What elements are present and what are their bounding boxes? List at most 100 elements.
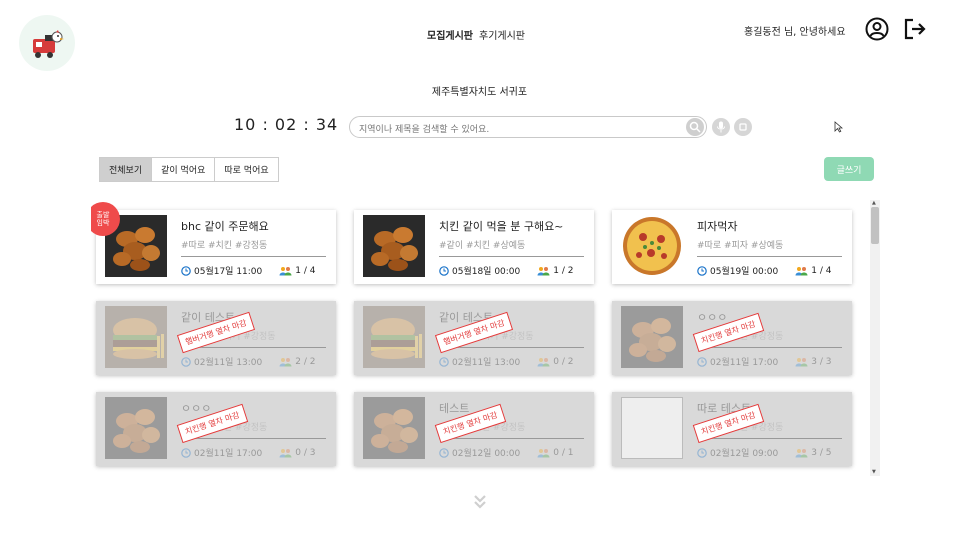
- post-card[interactable]: 출발 임박 bhc 같이 주문해요 #따로 #치킨 #강정동 05월17일 11:00 1…: [91, 202, 336, 284]
- voice-search-button[interactable]: [712, 118, 730, 136]
- post-tags: #같이 #치킨 #상예동: [439, 241, 526, 251]
- post-meta: 02월11일 13:00 2 / 2: [181, 355, 315, 368]
- post-thumbnail: [105, 397, 167, 459]
- chicken-image: [363, 397, 425, 459]
- post-time: 02월12일 09:00: [710, 449, 779, 459]
- broken-image-icon: [621, 397, 683, 459]
- card-divider: [439, 347, 584, 348]
- participants: 1 / 4: [795, 266, 831, 276]
- people-icon: [795, 448, 808, 457]
- app-logo[interactable]: [19, 15, 75, 71]
- tab-eat-together[interactable]: 같이 먹어요: [152, 157, 216, 182]
- post-title: 피자먹자: [697, 220, 738, 233]
- post-title: 테스트: [439, 402, 470, 415]
- post-card[interactable]: 따로 테스트#따로 #치킨 #강정동02월12일 09:003 / 5치킨행 열…: [612, 392, 852, 466]
- post-card[interactable]: 테스트#같이 #치킨 #강정동02월12일 00:000 / 1치킨행 열차 마…: [354, 392, 594, 466]
- participants: 3 / 3: [795, 357, 831, 367]
- card-divider: [181, 256, 326, 257]
- card-divider: [439, 256, 584, 257]
- tab-all[interactable]: 전체보기: [99, 157, 153, 182]
- scroll-thumb[interactable]: [871, 207, 879, 244]
- scroll-down-icon[interactable]: ▼: [872, 470, 876, 475]
- post-time: 02월11일 13:00: [452, 358, 521, 368]
- load-more-button[interactable]: [472, 493, 488, 513]
- participants: 0 / 2: [537, 357, 573, 367]
- post-meta: 05월17일 11:00 1 / 4: [181, 264, 315, 277]
- clock-icon: [181, 447, 191, 458]
- post-meta: 02월12일 09:00 3 / 5: [697, 446, 831, 459]
- post-meta: 05월18일 00:00 1 / 2: [439, 264, 573, 277]
- card-divider: [181, 438, 326, 439]
- post-card[interactable]: ㅇㅇㅇ#따로 #치킨 #강정동02월11일 17:000 / 3치킨행 열차 마…: [96, 392, 336, 466]
- participants: 0 / 3: [279, 448, 315, 458]
- user-profile-icon: [865, 17, 889, 41]
- post-thumbnail: [363, 306, 425, 368]
- burger-image: [363, 306, 425, 368]
- list-scrollbar[interactable]: ▲ ▼: [870, 200, 880, 476]
- search-input[interactable]: [350, 120, 670, 140]
- search-button[interactable]: [686, 118, 704, 136]
- top-nav: 모집게시판 후기게시판: [427, 27, 525, 42]
- clock-icon: [439, 356, 449, 367]
- post-thumbnail: [363, 397, 425, 459]
- participant-count: 0 / 2: [553, 356, 574, 367]
- post-meta: 02월12일 00:00 0 / 1: [439, 446, 573, 459]
- profile-button[interactable]: [864, 16, 890, 42]
- people-icon: [795, 357, 808, 366]
- microphone-icon: [717, 121, 725, 133]
- double-chevron-down-icon: [474, 495, 486, 509]
- post-time: 02월12일 00:00: [452, 449, 521, 459]
- post-meta: 05월19일 00:00 1 / 4: [697, 264, 831, 277]
- card-divider: [697, 256, 842, 257]
- stop-icon: [739, 123, 747, 131]
- post-card[interactable]: 같이 테스트#같이 #햄버거 #강정동02월11일 13:000 / 2햄버거행…: [354, 301, 594, 375]
- participant-count: 3 / 5: [811, 447, 832, 458]
- post-time: 02월11일 17:00: [194, 449, 263, 459]
- logout-button[interactable]: [902, 16, 928, 42]
- participant-count: 3 / 3: [811, 356, 832, 367]
- people-icon: [279, 266, 292, 275]
- tab-eat-separately[interactable]: 따로 먹어요: [215, 157, 279, 182]
- chicken-image: [621, 306, 683, 368]
- search-icon: [689, 121, 701, 133]
- post-card[interactable]: 같이 테스트#같이 #햄버거 #강정동02월11일 13:002 / 2햄버거행…: [96, 301, 336, 375]
- people-icon: [537, 448, 550, 457]
- participants: 0 / 1: [537, 448, 573, 458]
- burger-image: [105, 306, 167, 368]
- search-bar: [349, 116, 707, 140]
- train-logo-icon: [33, 30, 64, 58]
- card-divider: [697, 438, 842, 439]
- mouse-cursor-icon: [834, 121, 843, 133]
- post-tags: #따로 #피자 #상예동: [697, 241, 784, 251]
- post-time: 05월18일 00:00: [452, 267, 521, 277]
- clock-icon: [697, 447, 707, 458]
- participants: 1 / 4: [279, 266, 315, 276]
- post-thumbnail: [363, 215, 425, 277]
- post-title: ㅇㅇㅇ: [181, 402, 212, 415]
- card-divider: [439, 438, 584, 439]
- people-icon: [795, 266, 808, 275]
- stop-button[interactable]: [734, 118, 752, 136]
- nav-review-board[interactable]: 후기게시판: [479, 27, 525, 42]
- post-thumbnail: [621, 215, 683, 277]
- card-divider: [697, 347, 842, 348]
- post-card[interactable]: ㅇㅇㅇ#따로 #치킨 #강정동02월11일 17:003 / 3치킨행 열차 마…: [612, 301, 852, 375]
- scroll-up-icon[interactable]: ▲: [872, 201, 876, 206]
- clock-icon: [181, 356, 191, 367]
- clock-icon: [181, 265, 191, 276]
- participant-count: 0 / 1: [553, 447, 574, 458]
- post-time: 05월19일 00:00: [710, 267, 779, 277]
- post-card[interactable]: 피자먹자 #따로 #피자 #상예동 05월19일 00:00 1 / 4: [612, 210, 852, 284]
- participant-count: 0 / 3: [295, 447, 316, 458]
- write-post-button[interactable]: 글쓰기: [824, 157, 874, 181]
- clock-icon: [439, 447, 449, 458]
- post-card[interactable]: 치킨 같이 먹을 분 구해요~ #같이 #치킨 #상예동 05월18일 00:00 1…: [354, 210, 594, 284]
- user-greeting: 홍길동전 님, 안녕하세요: [744, 27, 846, 38]
- participant-count: 1 / 2: [553, 265, 574, 276]
- participants: 1 / 2: [537, 266, 573, 276]
- post-time: 05월17일 11:00: [194, 267, 263, 277]
- nav-recruit-board[interactable]: 모집게시판: [427, 27, 473, 42]
- pizza-image: [621, 215, 683, 277]
- participant-count: 1 / 4: [295, 265, 316, 276]
- participant-count: 1 / 4: [811, 265, 832, 276]
